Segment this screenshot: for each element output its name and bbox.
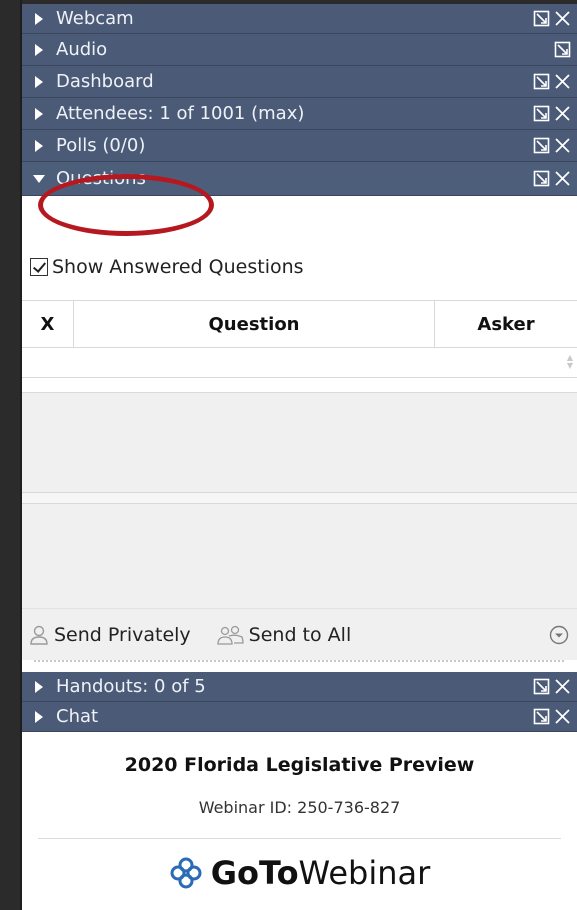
gotowebinar-logo-icon	[170, 857, 202, 889]
section-audio-label: Audio	[56, 39, 108, 60]
send-toolbar: Send Privately Send to All	[22, 608, 577, 660]
section-dashboard-label: Dashboard	[56, 71, 154, 92]
section-chat-label: Chat	[56, 706, 99, 727]
collapse-icon	[22, 174, 56, 183]
left-edge	[0, 0, 22, 910]
expand-icon	[22, 75, 56, 88]
section-dashboard[interactable]: Dashboard	[22, 66, 577, 98]
close-icon[interactable]	[554, 137, 571, 154]
brand-webinar: Webinar	[298, 854, 431, 892]
close-icon[interactable]	[554, 170, 571, 187]
questions-table-header: X Question Asker	[22, 300, 577, 348]
answer-input-area[interactable]	[22, 504, 577, 608]
webinar-title: 2020 Florida Legislative Preview	[124, 754, 475, 776]
expand-icon	[22, 680, 56, 693]
column-header-x[interactable]: X	[22, 301, 74, 347]
column-header-asker[interactable]: Asker	[435, 301, 577, 347]
popout-icon[interactable]	[533, 10, 550, 27]
splitter-handle[interactable]	[22, 492, 577, 504]
popout-icon[interactable]	[533, 105, 550, 122]
person-icon	[30, 625, 48, 645]
close-icon[interactable]	[554, 678, 571, 695]
close-icon[interactable]	[554, 105, 571, 122]
section-handouts-label: Handouts: 0 of 5	[56, 676, 206, 697]
show-answered-label: Show Answered Questions	[52, 256, 304, 278]
section-chat[interactable]: Chat	[22, 702, 577, 732]
checkbox[interactable]	[30, 258, 48, 276]
group-icon	[217, 625, 244, 645]
webinar-footer: 2020 Florida Legislative Preview Webinar…	[22, 732, 577, 910]
table-row: ▲ ▼	[22, 348, 577, 378]
section-audio[interactable]: Audio	[22, 34, 577, 66]
expand-icon	[22, 107, 56, 120]
send-to-all-label: Send to All	[248, 623, 352, 646]
show-answered-toggle[interactable]: Show Answered Questions	[30, 253, 304, 281]
expand-icon	[22, 710, 56, 723]
section-handouts[interactable]: Handouts: 0 of 5	[22, 672, 577, 702]
send-to-all-button[interactable]: Send to All	[215, 623, 352, 646]
expand-icon	[22, 43, 56, 56]
question-detail-area	[22, 392, 577, 492]
section-polls[interactable]: Polls (0/0)	[22, 130, 577, 162]
scrollbar[interactable]: ▲ ▼	[565, 354, 575, 372]
section-webcam[interactable]: Webcam	[22, 4, 577, 34]
footer-divider	[38, 838, 561, 839]
popout-icon[interactable]	[533, 137, 550, 154]
brand-goto: GoTo	[210, 854, 299, 892]
section-attendees[interactable]: Attendees: 1 of 1001 (max)	[22, 98, 577, 130]
popout-icon[interactable]	[533, 73, 550, 90]
popout-icon[interactable]	[533, 708, 550, 725]
send-privately-button[interactable]: Send Privately	[28, 624, 191, 646]
section-questions-label: Questions	[56, 168, 146, 189]
popout-icon[interactable]	[554, 41, 571, 58]
section-questions[interactable]: Questions	[22, 162, 577, 196]
webinar-id: Webinar ID: 250-736-827	[198, 798, 401, 817]
resize-grip[interactable]	[34, 660, 564, 666]
column-header-question[interactable]: Question	[74, 301, 435, 347]
section-attendees-label: Attendees: 1 of 1001 (max)	[56, 103, 305, 124]
expand-icon	[22, 12, 56, 25]
section-webcam-label: Webcam	[56, 8, 134, 29]
close-icon[interactable]	[554, 708, 571, 725]
questions-table: X Question Asker ▲ ▼	[22, 300, 577, 378]
brand-logo: GoToWebinar	[22, 854, 577, 892]
close-icon[interactable]	[554, 10, 571, 27]
send-privately-label: Send Privately	[54, 623, 191, 646]
popout-icon[interactable]	[533, 678, 550, 695]
popout-icon[interactable]	[533, 170, 550, 187]
close-icon[interactable]	[554, 73, 571, 90]
expand-icon	[22, 139, 56, 152]
control-panel: Webcam Audio Dashboard Attendees: 1 of 1…	[22, 0, 577, 910]
section-polls-label: Polls (0/0)	[56, 135, 146, 156]
chevron-down-circle-icon[interactable]	[549, 625, 569, 645]
